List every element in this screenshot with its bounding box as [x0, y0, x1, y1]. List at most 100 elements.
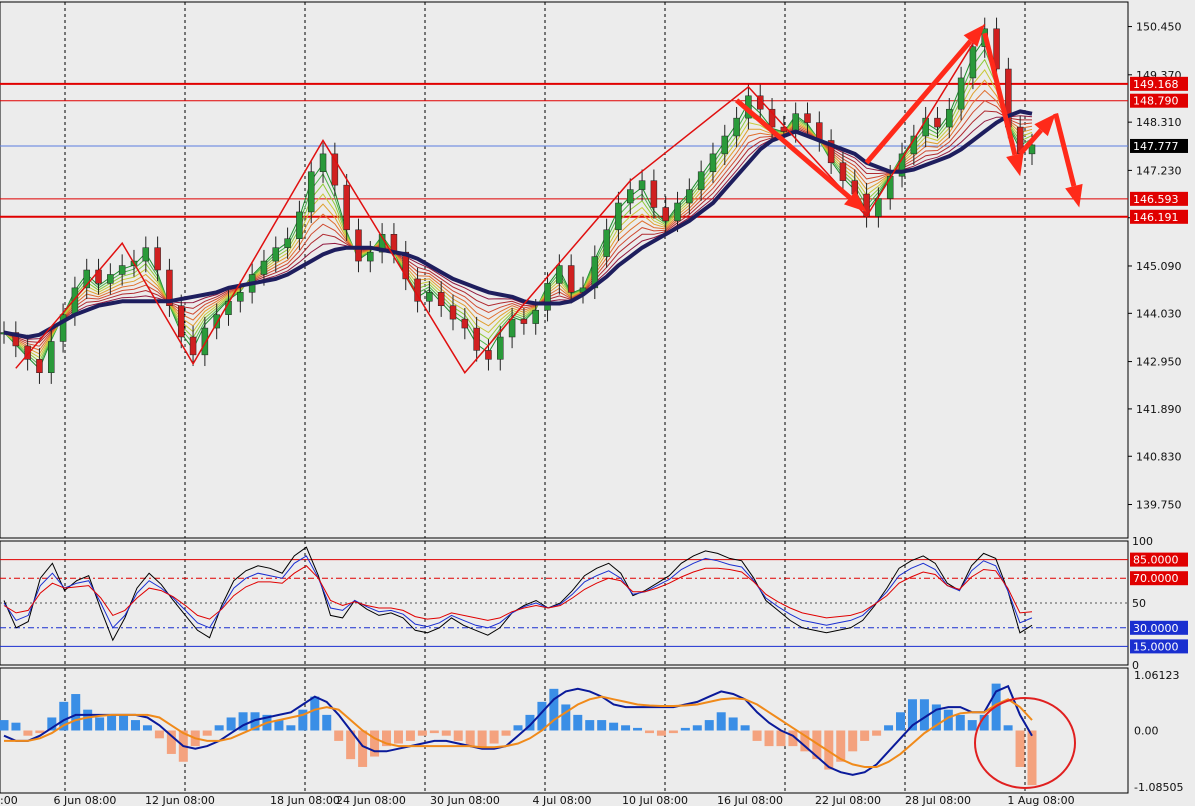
macd-histogram-bar: [752, 730, 762, 741]
macd-histogram-bar: [202, 730, 212, 736]
macd-histogram-bar: [633, 727, 643, 731]
candle-body: [485, 350, 492, 360]
time-axis-label: 1 Aug 08:00: [1007, 794, 1074, 806]
oscillator-level-label: 70.0000: [1133, 572, 1179, 585]
candle-body: [721, 135, 729, 155]
macd-histogram-bar: [740, 725, 750, 731]
macd-histogram-bar: [585, 720, 595, 731]
time-axis-label: 4 Jul 08:00: [533, 794, 592, 806]
price-level-label: 148.790: [1133, 95, 1179, 108]
macd-histogram-bar: [609, 722, 619, 731]
macd-histogram-bar: [417, 730, 427, 736]
macd-histogram-bar: [393, 730, 403, 744]
candle-body: [437, 292, 445, 306]
macd-histogram-bar: [573, 714, 583, 731]
macd-histogram-bar: [884, 725, 894, 731]
time-axis-label: 18 Jun 08:00: [270, 794, 340, 806]
macd-histogram-bar: [1003, 725, 1013, 731]
macd-histogram-bar: [967, 720, 977, 731]
candle-body: [839, 162, 847, 181]
price-axis-label: 139.750: [1136, 499, 1182, 512]
candle-body: [107, 274, 114, 284]
macd-axis-label: 1.06123: [1134, 669, 1180, 682]
candle-body: [260, 260, 268, 275]
macd-histogram-bar: [429, 730, 439, 734]
candle-body: [473, 327, 480, 351]
oscillator-level-label: 85.0000: [1133, 554, 1179, 567]
candle-body: [307, 171, 315, 213]
macd-histogram-bar: [358, 730, 368, 767]
macd-histogram-bar: [286, 725, 296, 731]
candle-body: [237, 292, 244, 302]
price-axis-label: 144.030: [1136, 307, 1182, 320]
time-axis-label: 10 Jul 08:00: [622, 794, 688, 806]
candle-body: [177, 305, 185, 338]
candle-body: [544, 283, 551, 311]
macd-histogram-bar: [441, 730, 451, 736]
macd-histogram-bar: [83, 709, 93, 731]
candle-body: [662, 207, 669, 222]
time-axis-label: 6 Jun 08:00: [54, 794, 117, 806]
macd-histogram-bar: [896, 712, 906, 731]
candle-body: [603, 229, 610, 257]
candle-body: [946, 108, 953, 128]
macd-histogram-bar: [465, 730, 475, 747]
macd-axis-label: 0.00: [1134, 725, 1159, 738]
candle-body: [508, 318, 516, 338]
candle-body: [426, 292, 433, 302]
macd-histogram-bar: [107, 714, 117, 731]
macd-histogram-bar: [561, 704, 571, 731]
macd-histogram-bar: [0, 720, 9, 731]
macd-histogram-bar: [23, 730, 33, 736]
candle-body: [343, 184, 350, 231]
price-axis-label: 142.950: [1136, 356, 1182, 369]
candle-body: [709, 153, 717, 172]
macd-histogram-bar: [1027, 730, 1037, 786]
candle-body: [556, 265, 563, 284]
time-axis-label: 16 Jul 08:00: [717, 794, 783, 806]
macd-histogram-bar: [142, 725, 152, 731]
macd-histogram-bar: [1015, 730, 1025, 767]
price-level-label: 146.593: [1133, 193, 1179, 206]
candle-body: [142, 247, 150, 262]
candle-body: [792, 113, 799, 132]
price-level-label: 146.191: [1133, 211, 1179, 224]
macd-histogram-bar: [513, 725, 523, 731]
price-axis-label: 150.450: [1136, 21, 1182, 34]
candle-body: [355, 229, 362, 262]
time-axis-label-partial: :00: [0, 794, 18, 806]
candle-body: [390, 234, 398, 253]
macd-histogram-bar: [860, 730, 870, 741]
candle-body: [532, 309, 539, 324]
macd-histogram-bar: [322, 714, 332, 731]
candle-body: [449, 305, 457, 320]
candle-body: [201, 327, 209, 356]
macd-histogram-bar: [716, 712, 726, 731]
time-axis-label: 28 Jul 08:00: [905, 794, 971, 806]
candle-body: [520, 318, 528, 324]
macd-histogram-bar: [704, 720, 714, 731]
candle-body: [189, 336, 197, 356]
candle-body: [957, 77, 965, 110]
oscillator-level-label: 15.0000: [1133, 640, 1179, 653]
time-axis-label: 24 Jun 08:00: [336, 794, 406, 806]
candle-body: [804, 113, 811, 123]
time-axis-label: 12 Jun 08:00: [145, 794, 215, 806]
candle-body: [627, 189, 634, 204]
macd-histogram-bar: [549, 688, 559, 731]
macd-histogram-bar: [11, 722, 21, 731]
candle-body: [650, 180, 658, 208]
macd-histogram-bar: [453, 730, 463, 741]
macd-histogram-bar: [334, 730, 344, 741]
macd-histogram-bar: [728, 717, 738, 731]
candle-body: [118, 265, 126, 275]
price-axis-label: 147.230: [1136, 164, 1182, 177]
price-axis-label: 140.830: [1136, 450, 1182, 463]
macd-histogram-bar: [154, 730, 164, 739]
price-axis-label: 141.890: [1136, 403, 1182, 416]
macd-histogram-bar: [214, 725, 224, 731]
chart-canvas: 150.450149.370148.310147.230146.170145.0…: [0, 1, 1188, 806]
time-axis-label: 30 Jun 08:00: [430, 794, 500, 806]
macd-histogram-bar: [692, 725, 702, 731]
candle-body: [567, 265, 575, 293]
